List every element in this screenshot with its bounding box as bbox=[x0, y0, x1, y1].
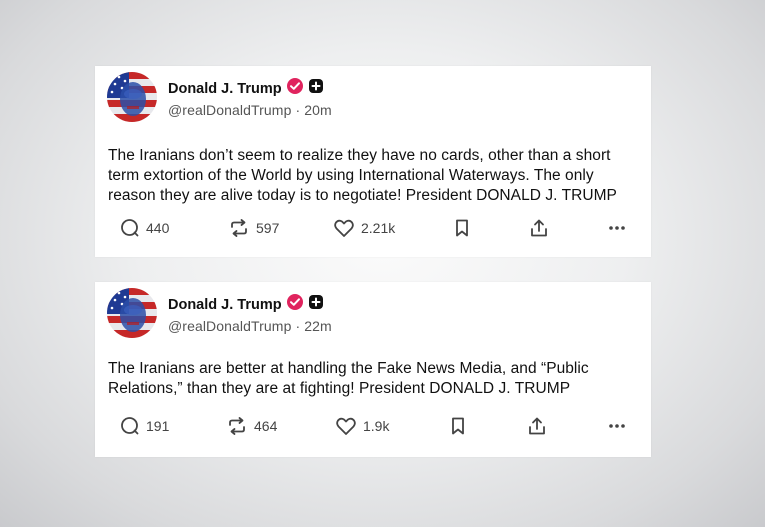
bookmark-button[interactable] bbox=[454, 218, 470, 238]
verified-badge-icon bbox=[286, 77, 304, 100]
like-icon bbox=[333, 218, 355, 238]
like-button[interactable]: 2.21k bbox=[333, 218, 395, 238]
plus-icon[interactable] bbox=[308, 78, 324, 99]
reply-button[interactable]: 191 bbox=[120, 416, 169, 436]
author-name[interactable]: Donald J. Trump bbox=[168, 81, 282, 97]
plus-icon[interactable] bbox=[308, 294, 324, 315]
repost-button[interactable]: 464 bbox=[226, 416, 277, 436]
reply-button[interactable]: 440 bbox=[120, 218, 169, 238]
bookmark-icon bbox=[450, 416, 466, 436]
reply-count: 440 bbox=[146, 220, 170, 236]
share-icon bbox=[527, 416, 547, 436]
share-icon bbox=[529, 218, 549, 238]
post-card: Donald J. Trump @realDonaldTrump · 20m T… bbox=[95, 66, 651, 257]
reply-icon bbox=[120, 416, 140, 436]
post-text: The Iranians are better at handling the … bbox=[108, 360, 589, 397]
like-count: 2.21k bbox=[361, 220, 396, 236]
more-icon bbox=[607, 416, 627, 436]
repost-count: 464 bbox=[254, 418, 278, 434]
action-bar: 440 597 2.21k bbox=[95, 218, 651, 244]
like-button[interactable]: 1.9k bbox=[335, 416, 389, 436]
repost-icon bbox=[228, 218, 250, 238]
reply-count: 191 bbox=[146, 418, 170, 434]
like-count: 1.9k bbox=[363, 418, 390, 434]
repost-count: 597 bbox=[256, 220, 280, 236]
bookmark-button[interactable] bbox=[450, 416, 466, 436]
reply-icon bbox=[120, 218, 140, 238]
more-button[interactable] bbox=[607, 416, 627, 436]
avatar[interactable] bbox=[107, 72, 157, 122]
author-name[interactable]: Donald J. Trump bbox=[168, 297, 282, 313]
like-icon bbox=[335, 416, 357, 436]
bookmark-icon bbox=[454, 218, 470, 238]
author-row: Donald J. Trump bbox=[168, 77, 324, 100]
more-icon bbox=[607, 218, 627, 238]
handle-and-time: @realDonaldTrump · 20m bbox=[168, 102, 332, 118]
verified-badge-icon bbox=[286, 293, 304, 316]
author-row: Donald J. Trump bbox=[168, 293, 324, 316]
post-text: The Iranians don’t seem to realize they … bbox=[108, 147, 617, 204]
more-button[interactable] bbox=[607, 218, 627, 238]
handle-and-time: @realDonaldTrump · 22m bbox=[168, 318, 332, 334]
avatar[interactable] bbox=[107, 288, 157, 338]
repost-icon bbox=[226, 416, 248, 436]
repost-button[interactable]: 597 bbox=[228, 218, 279, 238]
share-button[interactable] bbox=[529, 218, 549, 238]
action-bar: 191 464 1.9k bbox=[95, 416, 651, 442]
post-card: Donald J. Trump @realDonaldTrump · 22m T… bbox=[95, 282, 651, 457]
share-button[interactable] bbox=[527, 416, 547, 436]
